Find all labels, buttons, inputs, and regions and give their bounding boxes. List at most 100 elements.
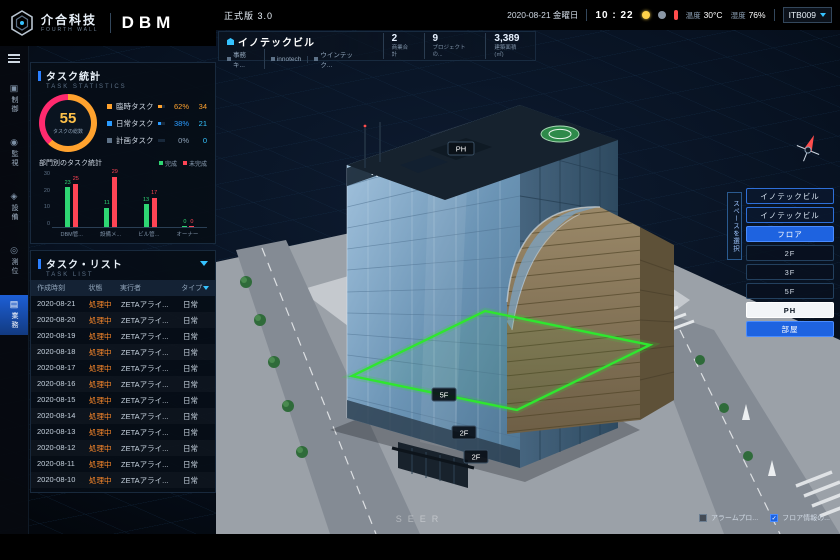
floor-btn-building-1[interactable]: イノテックビル [746,188,834,204]
building-mini-icon [271,57,275,61]
floor-btn-5f[interactable]: 5F [746,283,834,299]
table-row[interactable]: 2020-08-18処理中ZETAアライ...日常 [31,344,215,360]
table-row[interactable]: 2020-08-10処理中ZETAアライ...日常 [31,472,215,488]
task-list-panel: タスク・リスト TASK LIST 作成時刻 状態 実行者 タイプ 2020-0… [30,250,216,493]
control-icon: ▣ [10,84,19,93]
task-type-row: 日常タスク 38% 21 [107,118,207,129]
table-row[interactable]: 2020-08-21処理中ZETAアライ...日常 [31,296,215,312]
table-row[interactable]: 2020-08-20処理中ZETAアライ...日常 [31,312,215,328]
floor-tag-2f-a[interactable]: 2F [452,426,476,439]
floor-selector: イノテックビル イノテックビル フロア 2F 3F 5F PH 部屋 [746,188,834,337]
stat-floor-area: 3,389 建築面積 (㎡) [485,33,527,58]
floor-btn-room[interactable]: 部屋 [746,321,834,337]
floor-tag-5f[interactable]: 5F [432,388,456,401]
legend-undone: 未完成 [183,159,207,168]
sidebar-item-tasks[interactable]: ▤ 業務 [0,295,28,335]
space-select-tab[interactable]: スペースを選択 [727,192,742,260]
floor-btn-building-2[interactable]: イノテックビル [746,207,834,223]
app-logo: 介合科技 FOURTH WALL DBM [0,0,216,46]
task-type-row: 計画タスク 0% 0 [107,135,207,146]
thermometer-icon [674,10,678,20]
table-row[interactable]: 2020-08-15処理中ZETAアライ...日常 [31,392,215,408]
dbm-dashboard: イノテック [0,0,840,560]
checkbox-icon [699,514,707,522]
building-tab-2[interactable]: innotech [271,56,309,63]
helipad [541,126,579,142]
brand-subtitle: FOURTH WALL [41,28,99,33]
tasks-icon: ▤ [10,300,19,309]
nav-label: 監視 [9,150,19,168]
menu-icon[interactable] [8,54,20,63]
side-nav: ▣ 制御 ◉ 監視 ◈ 設備 ◎ 測位 ▤ 業務 [0,46,29,534]
task-type-row: 臨時タスク 62% 34 [107,101,207,112]
moon-icon [658,11,666,19]
sort-caret-icon[interactable] [203,286,209,290]
clock: 10 : 22 [595,10,633,21]
table-row[interactable]: 2020-08-13処理中ZETAアライ...日常 [31,424,215,440]
building-tab-3[interactable]: ウインテック... [314,49,370,69]
building-title: イノテックビル [238,34,315,49]
sidebar-item-monitoring[interactable]: ◉ 監視 [0,133,28,173]
table-row[interactable]: 2020-08-16処理中ZETAアライ...日常 [31,376,215,392]
floor-info-checkbox[interactable]: ✓ フロア情報の... [770,513,830,523]
equipment-icon: ◈ [11,192,18,201]
nav-label: 制御 [9,96,19,114]
alarm-overlay-checkbox[interactable]: アラームプロ... [699,513,758,523]
divider [774,9,775,21]
dot-icon [107,121,112,126]
panel-subtitle: TASK STATISTICS [31,83,215,92]
nav-label: 業務 [9,312,19,330]
table-row[interactable]: 2020-08-19処理中ZETAアライ...日常 [31,328,215,344]
positioning-icon: ◎ [10,246,18,255]
dot-icon [107,104,112,109]
building-tab-1[interactable]: 事務キ... [227,49,265,69]
floor-tag-ph[interactable]: PH [448,142,474,155]
stat-commercial: 2 商業合計 [383,33,414,58]
dot-icon [107,138,112,143]
sun-icon [642,11,650,19]
table-row[interactable]: 2020-08-11処理中ZETAアライ...日常 [31,456,215,472]
svg-text:5F: 5F [440,391,449,400]
floor-btn-ph[interactable]: PH [746,302,834,318]
sidebar-item-control[interactable]: ▣ 制御 [0,79,28,119]
table-row[interactable]: 2020-08-17処理中ZETAアライ...日常 [31,360,215,376]
task-total: 55 [60,111,77,126]
date-label: 2020-08-21 金曜日 [507,9,578,21]
table-row[interactable]: 2020-08-14処理中ZETAアライ...日常 [31,408,215,424]
task-total-label: タスクの総数 [53,128,83,135]
floor-btn-2f[interactable]: 2F [746,245,834,261]
building-mini-icon [227,57,231,61]
legend-done: 完成 [159,159,177,168]
device-code: ITB009 [789,10,816,20]
sidebar-item-equipment[interactable]: ◈ 設備 [0,187,28,227]
table-body: 2020-08-21処理中ZETAアライ...日常 2020-08-20処理中Z… [31,296,215,493]
accent-bar [38,259,41,269]
bar-group: 23 25 [65,177,79,227]
monitor-icon: ◉ [10,138,18,147]
building-mini-icon [314,57,318,61]
building-info-bar: イノテックビル 事務キ... innotech ウインテック... 2 [218,31,536,61]
table-row[interactable]: 2020-08-12処理中ZETAアライ...日常 [31,440,215,456]
watermark: SEER [360,514,480,524]
chevron-down-icon [820,13,826,17]
device-selector[interactable]: ITB009 [783,7,832,23]
humidity-label: 湿度 [731,10,746,21]
panel-title: タスク統計 [46,68,101,83]
floor-btn-floor[interactable]: フロア [746,226,834,242]
floor-tag-2f-b[interactable]: 2F [464,450,488,463]
dept-bar-chart: 30 20 10 0 23 25 11 29 13 [39,171,207,238]
letterbox-band [0,534,840,560]
divider [586,9,587,21]
svg-text:2F: 2F [472,453,481,462]
bar-group: 0 0 [182,220,194,228]
bar-group: 13 17 [143,191,157,227]
filter-icon[interactable] [200,261,208,266]
brand-dbm: DBM [122,13,176,33]
humidity-value: 76% [749,10,766,20]
table-row[interactable]: 2020-08-09処理中ZETAアライ...日常 [31,488,215,493]
building-icon [227,38,234,45]
floor-btn-3f[interactable]: 3F [746,264,834,280]
brand-name: 介合科技 [41,14,99,26]
sidebar-item-positioning[interactable]: ◎ 測位 [0,241,28,281]
stat-projects: 9 プロジェクトの... [424,33,476,58]
